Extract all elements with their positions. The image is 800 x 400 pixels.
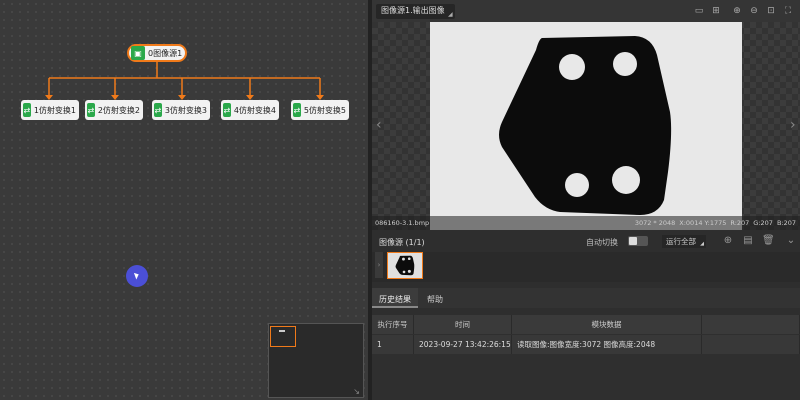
zoom-out-icon[interactable]: ⊖ (748, 5, 760, 17)
node-label: 4仿射变换4 (233, 105, 276, 115)
pixel-b-value: B:207 (776, 219, 796, 227)
node-label: 1仿射变换1 (33, 105, 76, 115)
pixel-r-value: R:207 (730, 219, 750, 227)
auto-switch-toggle[interactable] (628, 236, 648, 246)
flow-node-affine-4[interactable]: ⇄ 4仿射变换4 (221, 100, 279, 120)
previous-image-icon[interactable]: ‹ (376, 117, 382, 133)
column-header-module-data: 模块数据 (512, 315, 702, 334)
image-source-title: 图像源 (1/1) (379, 238, 425, 247)
history-results-table: 执行序号 时间 模块数据 1 2023-09-27 13:42:26:159 读… (372, 315, 800, 400)
cell-time: 2023-09-27 13:42:26:159 (414, 335, 512, 354)
column-header-extra (702, 315, 800, 334)
flow-node-affine-5[interactable]: ⇄ 5仿射变换5 (291, 100, 349, 120)
cell-index: 1 (372, 335, 414, 354)
affine-transform-icon: ⇄ (154, 103, 162, 117)
fit-icon[interactable]: ▭ (693, 5, 705, 17)
pixel-g-value: G:207 (753, 219, 773, 227)
tab-help[interactable]: 帮助 (420, 288, 450, 308)
output-image[interactable] (430, 22, 742, 230)
image-resolution: 3072 * 2048 (634, 219, 676, 227)
node-label: 5仿射变换5 (303, 105, 346, 115)
add-icon[interactable]: ⊕ (722, 235, 734, 247)
fullscreen-icon[interactable]: ⛶ (782, 5, 794, 17)
run-all-select[interactable]: 运行全部 ◢ (662, 235, 706, 248)
flow-node-affine-3[interactable]: ⇄ 3仿射变换3 (152, 100, 210, 120)
dropdown-corner-icon: ◢ (448, 11, 453, 18)
cell-extra (702, 335, 800, 354)
image-source-header: 图像源 (1/1) 自动切换 运行全部 ◢ ⊕ ▤ 🗑 ⌄ (372, 230, 800, 252)
image-thumbnail-strip: › (372, 252, 800, 282)
minimap-viewport[interactable] (270, 326, 296, 347)
expand-strip-icon[interactable]: › (375, 252, 383, 278)
auto-switch-label: 自动切换 (586, 238, 618, 247)
image-view-header: 图像源1.输出图像 ◢ ▭ ⊞ ⊕ ⊖ ⊡ ⛶ (372, 0, 800, 22)
image-view-select-value: 图像源1.输出图像 (381, 6, 445, 15)
right-panel: 图像源1.输出图像 ◢ ▭ ⊞ ⊕ ⊖ ⊡ ⛶ ‹ › 086160-3.1.b… (372, 0, 800, 400)
cell-module-data: 读取图像:图像宽度:3072 图像高度:2048 (512, 335, 702, 354)
collapse-icon[interactable]: ⌄ (785, 235, 797, 247)
table-row[interactable]: 1 2023-09-27 13:42:26:159 读取图像:图像宽度:3072… (372, 335, 800, 354)
tab-history-results[interactable]: 历史结果 (372, 288, 418, 308)
table-header: 执行序号 时间 模块数据 (372, 315, 800, 334)
app-window: ▣ 0图像源1 ⇄ 1仿射变换1 ⇄ 2仿射变换2 ⇄ 3仿射变换3 ⇄ 4仿射… (0, 0, 800, 400)
flow-node-affine-1[interactable]: ⇄ 1仿射变换1 (21, 100, 79, 120)
image-viewer[interactable]: ‹ › (372, 22, 800, 230)
zoom-fit-icon[interactable]: ⊡ (765, 5, 777, 17)
thumbnail-image (388, 254, 422, 277)
column-header-time: 时间 (414, 315, 512, 334)
affine-transform-icon: ⇄ (23, 103, 31, 117)
part-silhouette (499, 36, 672, 215)
affine-transform-icon: ⇄ (223, 103, 231, 117)
zoom-in-icon[interactable]: ⊕ (731, 5, 743, 17)
affine-transform-icon: ⇄ (87, 103, 95, 117)
canvas-minimap[interactable]: ↘ (268, 323, 364, 398)
bottom-tab-bar: 历史结果 帮助 (372, 288, 800, 308)
crosshair-icon[interactable]: ⊞ (710, 5, 722, 17)
image-icon: ▣ (131, 46, 145, 60)
resize-corner-icon[interactable]: ↘ (353, 387, 360, 396)
image-status-bar: 086160-3.1.bmp 3072 * 2048 X:0014 Y:1775… (372, 216, 800, 230)
cursor-coordinates: X:0014 Y:1775 (679, 219, 727, 227)
mouse-cursor-icon (126, 265, 148, 287)
flow-node-image-source[interactable]: ▣ 0图像源1 (127, 44, 187, 62)
run-all-value: 运行全部 (666, 237, 696, 246)
affine-transform-icon: ⇄ (293, 103, 301, 117)
flow-node-affine-2[interactable]: ⇄ 2仿射变换2 (85, 100, 143, 120)
node-label: 2仿射变换2 (97, 105, 140, 115)
node-label: 0图像源1 (148, 48, 183, 58)
delete-icon[interactable]: 🗑 (762, 235, 775, 247)
tab-label: 历史结果 (379, 295, 411, 304)
image-view-select[interactable]: 图像源1.输出图像 ◢ (376, 4, 455, 19)
next-image-icon[interactable]: › (790, 117, 796, 133)
image-thumbnail[interactable] (387, 252, 423, 279)
image-filename: 086160-3.1.bmp (375, 219, 430, 227)
flow-canvas[interactable]: ▣ 0图像源1 ⇄ 1仿射变换1 ⇄ 2仿射变换2 ⇄ 3仿射变换3 ⇄ 4仿射… (0, 0, 368, 400)
tab-label: 帮助 (427, 295, 443, 304)
node-label: 3仿射变换3 (164, 105, 207, 115)
dropdown-corner-icon: ◢ (700, 241, 704, 247)
column-header-index: 执行序号 (372, 315, 414, 334)
folder-icon[interactable]: ▤ (742, 235, 754, 247)
